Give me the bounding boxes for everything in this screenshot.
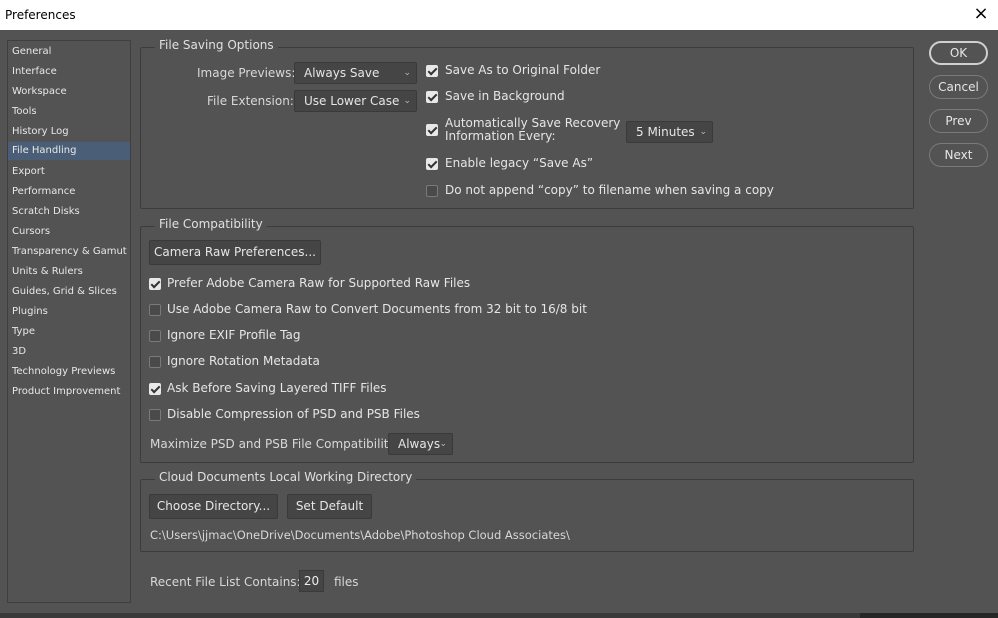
choose-directory-button[interactable]: Choose Directory... xyxy=(149,494,278,519)
sidebar-item-workspace[interactable]: Workspace xyxy=(8,83,130,101)
prefer-camera-raw-checkbox[interactable] xyxy=(149,278,161,290)
file-extension-label: File Extension: xyxy=(207,94,294,108)
recovery-interval-value: 5 Minutes xyxy=(636,125,695,139)
sidebar-item-type[interactable]: Type xyxy=(8,323,130,341)
maximize-compat-label: Maximize PSD and PSB File Compatibility: xyxy=(150,437,399,451)
save-as-original-folder-checkbox[interactable] xyxy=(426,65,438,77)
file-saving-options-legend: File Saving Options xyxy=(155,38,278,52)
cancel-button[interactable]: Cancel xyxy=(929,75,988,99)
sidebar-item-performance[interactable]: Performance xyxy=(8,183,130,201)
sidebar-item-transparency-gamut[interactable]: Transparency & Gamut xyxy=(8,243,130,261)
chevron-down-icon: ⌄ xyxy=(403,68,411,78)
cloud-directory-path: C:\Users\jjmac\OneDrive\Documents\Adobe\… xyxy=(150,528,570,542)
prev-button[interactable]: Prev xyxy=(929,109,988,133)
sidebar-item-general[interactable]: General xyxy=(8,43,130,61)
camera-raw-convert-label: Use Adobe Camera Raw to Convert Document… xyxy=(167,302,587,316)
sidebar-item-3d[interactable]: 3D xyxy=(8,343,130,361)
sidebar-item-product-improvement[interactable]: Product Improvement xyxy=(8,383,130,401)
dialog-body: General Interface Workspace Tools Histor… xyxy=(0,30,998,613)
auto-save-recovery-checkbox[interactable] xyxy=(426,124,438,136)
do-not-append-copy-checkbox[interactable] xyxy=(426,185,438,197)
ok-button[interactable]: OK xyxy=(929,41,988,65)
chevron-down-icon: ⌄ xyxy=(403,96,411,106)
maximize-compat-select[interactable]: Always ⌄ xyxy=(388,433,453,455)
camera-raw-convert-checkbox[interactable] xyxy=(149,304,161,316)
close-icon[interactable]: × xyxy=(970,3,992,25)
recovery-interval-select[interactable]: 5 Minutes ⌄ xyxy=(626,121,713,143)
sidebar-item-plugins[interactable]: Plugins xyxy=(8,303,130,321)
do-not-append-copy-label: Do not append “copy” to filename when sa… xyxy=(445,183,774,197)
window-title: Preferences xyxy=(5,8,76,22)
ignore-rotation-label: Ignore Rotation Metadata xyxy=(167,354,320,368)
sidebar-item-export[interactable]: Export xyxy=(8,163,130,181)
sidebar-item-cursors[interactable]: Cursors xyxy=(8,223,130,241)
background-app-dark-region xyxy=(860,613,998,618)
ignore-rotation-checkbox[interactable] xyxy=(149,356,161,368)
sidebar-item-units-rulers[interactable]: Units & Rulers xyxy=(8,263,130,281)
sidebar-item-history-log[interactable]: History Log xyxy=(8,123,130,141)
file-extension-select[interactable]: Use Lower Case ⌄ xyxy=(294,90,417,112)
ask-before-tiff-checkbox[interactable] xyxy=(149,383,161,395)
sidebar-item-tools[interactable]: Tools xyxy=(8,103,130,121)
save-as-original-folder-label: Save As to Original Folder xyxy=(445,63,601,77)
sidebar-item-guides-grid-slices[interactable]: Guides, Grid & Slices xyxy=(8,283,130,301)
prefer-camera-raw-label: Prefer Adobe Camera Raw for Supported Ra… xyxy=(167,276,471,290)
ignore-exif-checkbox[interactable] xyxy=(149,330,161,342)
sidebar-item-scratch-disks[interactable]: Scratch Disks xyxy=(8,203,130,221)
file-compatibility-legend: File Compatibility xyxy=(155,217,267,231)
maximize-compat-value: Always xyxy=(398,437,441,451)
enable-legacy-save-as-label: Enable legacy “Save As” xyxy=(445,156,594,170)
file-extension-value: Use Lower Case xyxy=(304,94,400,108)
disable-compression-checkbox[interactable] xyxy=(149,409,161,421)
image-previews-label: Image Previews: xyxy=(197,66,296,80)
sidebar-item-technology-previews[interactable]: Technology Previews xyxy=(8,363,130,381)
set-default-button[interactable]: Set Default xyxy=(287,494,372,519)
save-in-background-checkbox[interactable] xyxy=(426,91,438,103)
title-bar: Preferences × xyxy=(0,0,998,30)
auto-save-recovery-label-line2: Information Every: xyxy=(445,129,556,143)
sidebar-item-file-handling[interactable]: File Handling xyxy=(8,142,130,160)
ignore-exif-label: Ignore EXIF Profile Tag xyxy=(167,328,301,342)
next-button[interactable]: Next xyxy=(929,143,988,167)
cloud-documents-legend: Cloud Documents Local Working Directory xyxy=(155,470,417,484)
camera-raw-preferences-button[interactable]: Camera Raw Preferences... xyxy=(149,240,321,265)
save-in-background-label: Save in Background xyxy=(445,89,565,103)
image-previews-select[interactable]: Always Save ⌄ xyxy=(294,62,417,84)
chevron-down-icon: ⌄ xyxy=(439,439,447,449)
sidebar: General Interface Workspace Tools Histor… xyxy=(7,40,131,603)
recent-file-list-suffix: files xyxy=(334,575,359,589)
recent-file-count-input[interactable]: 20 xyxy=(299,570,324,592)
image-previews-value: Always Save xyxy=(304,66,380,80)
enable-legacy-save-as-checkbox[interactable] xyxy=(426,158,438,170)
recent-file-list-label: Recent File List Contains: xyxy=(150,575,301,589)
background-app-strip xyxy=(0,613,998,618)
chevron-down-icon: ⌄ xyxy=(699,127,707,137)
sidebar-item-interface[interactable]: Interface xyxy=(8,63,130,81)
disable-compression-label: Disable Compression of PSD and PSB Files xyxy=(167,407,420,421)
ask-before-tiff-label: Ask Before Saving Layered TIFF Files xyxy=(167,381,387,395)
